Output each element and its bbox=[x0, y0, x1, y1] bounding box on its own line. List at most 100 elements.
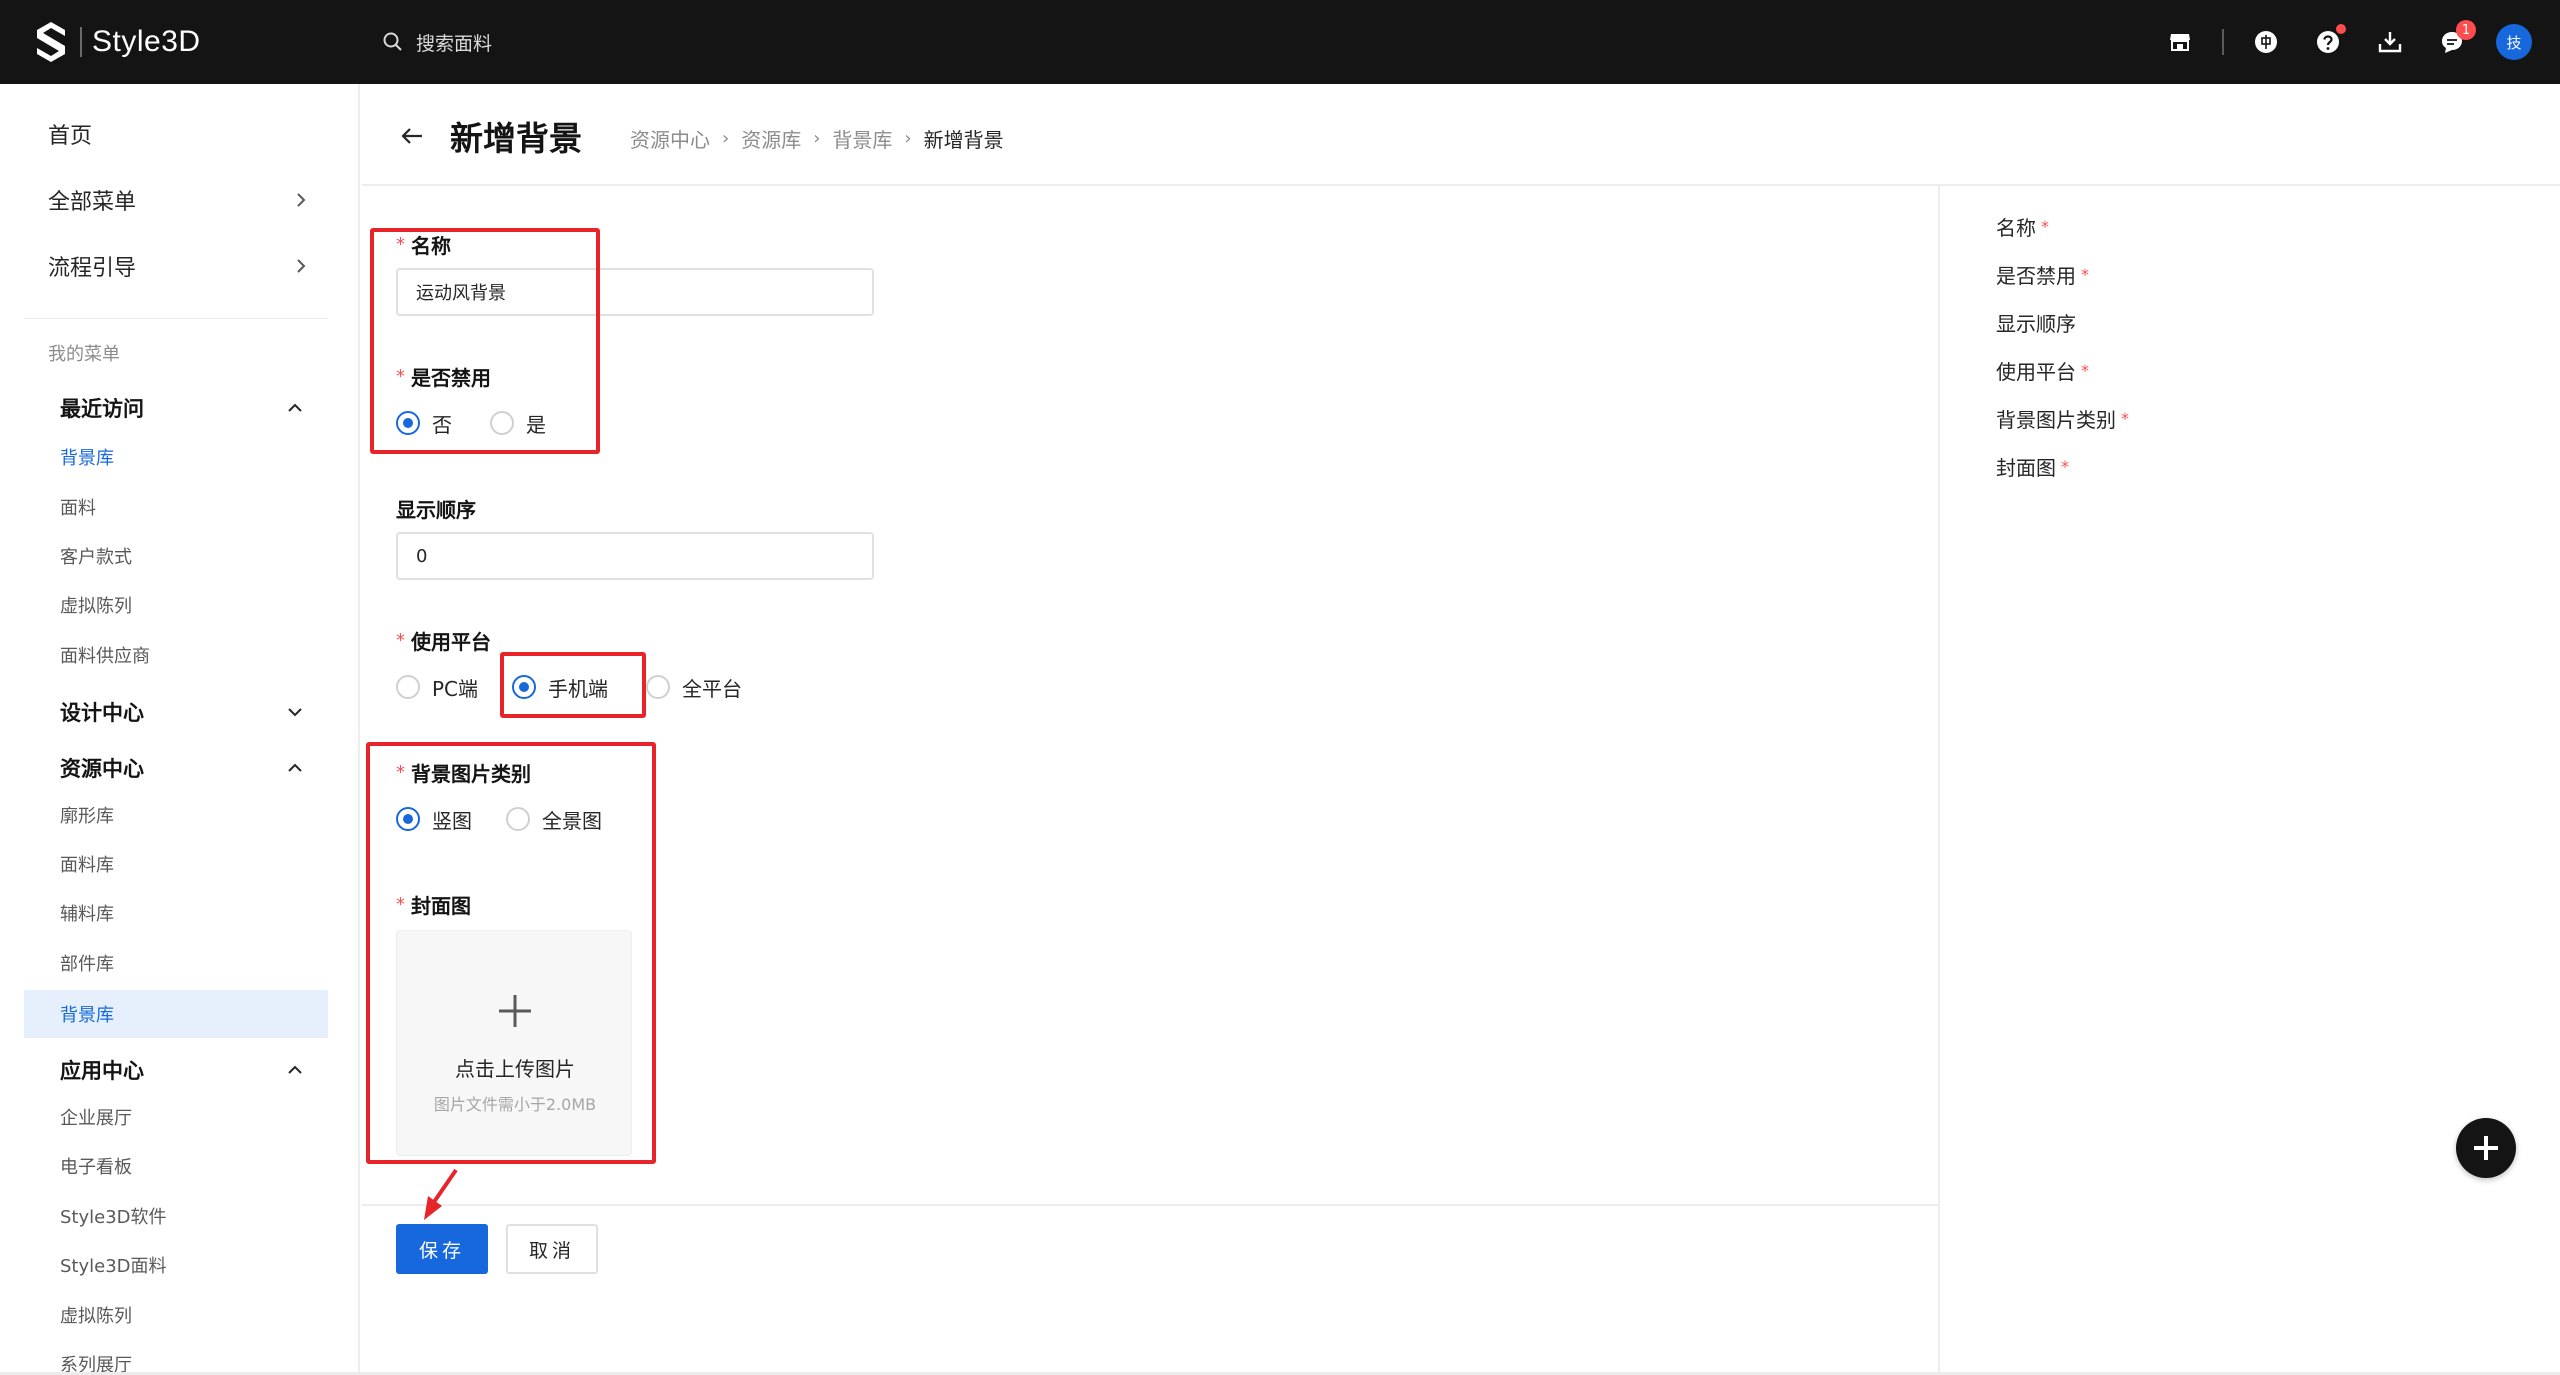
top-navigation-bar: Style3D 搜索面料 1 技 bbox=[0, 0, 2560, 84]
messages-button[interactable]: 1 bbox=[2432, 20, 2476, 62]
disabled-radio-no[interactable]: 否 bbox=[396, 409, 452, 438]
group-title: 最近访问 bbox=[60, 397, 144, 421]
breadcrumb-separator: › bbox=[904, 128, 912, 149]
sidebar-item-recent-virtual-display[interactable]: 虚拟陈列 bbox=[60, 590, 132, 620]
required-mark: * bbox=[2081, 361, 2089, 380]
cancel-button[interactable]: 取消 bbox=[506, 1224, 598, 1274]
bg-type-radio-panorama[interactable]: 全景图 bbox=[506, 805, 602, 834]
bg-type-radio-portrait[interactable]: 竖图 bbox=[396, 805, 472, 834]
group-design-center[interactable]: 设计中心 bbox=[60, 694, 304, 730]
search-input[interactable]: 搜索面料 bbox=[382, 26, 492, 58]
breadcrumb: 资源中心 › 资源库 › 背景库 › 新增背景 bbox=[630, 124, 1004, 153]
back-arrow-icon[interactable] bbox=[398, 122, 426, 150]
radio-checked-icon bbox=[396, 807, 420, 831]
radio-unchecked-icon bbox=[646, 675, 671, 699]
radio-checked-icon bbox=[396, 411, 420, 435]
page-header: 新增背景 资源中心 › 资源库 › 背景库 › 新增背景 bbox=[362, 84, 2560, 186]
sidebar-item-home[interactable]: 首页 bbox=[48, 114, 310, 154]
anchor-label: 使用平台 bbox=[1996, 360, 2076, 384]
sidebar-item-fabric-library[interactable]: 面料库 bbox=[60, 849, 114, 879]
radio-label: 全景图 bbox=[542, 808, 602, 833]
store-button[interactable] bbox=[2160, 22, 2200, 62]
logo-text: Style3D bbox=[92, 25, 201, 58]
required-mark: * bbox=[396, 894, 405, 915]
download-button[interactable] bbox=[2370, 22, 2410, 62]
group-recent-visits[interactable]: 最近访问 bbox=[60, 390, 304, 426]
cover-label: * 封面图 bbox=[396, 890, 471, 919]
group-resource-center[interactable]: 资源中心 bbox=[60, 750, 304, 786]
platform-radio-all[interactable]: 全平台 bbox=[646, 673, 742, 702]
anchor-disabled[interactable]: 是否禁用 * bbox=[1996, 260, 2089, 289]
required-mark: * bbox=[396, 762, 405, 783]
sidebar: 首页 全部菜单 流程引导 我的菜单 最近访问 背景库 面料 客户款式 虚拟陈列 … bbox=[0, 84, 360, 1375]
sidebar-item-trim-library[interactable]: 辅料库 bbox=[60, 898, 114, 928]
language-button[interactable] bbox=[2246, 22, 2286, 62]
name-label-text: 名称 bbox=[411, 234, 451, 258]
sidebar-item-enterprise-showroom[interactable]: 企业展厅 bbox=[60, 1102, 132, 1132]
bg-type-label: * 背景图片类别 bbox=[396, 758, 531, 787]
required-mark: * bbox=[2121, 409, 2129, 428]
group-title: 资源中心 bbox=[60, 757, 144, 781]
sidebar-item-background-library[interactable]: 背景库 bbox=[60, 999, 114, 1029]
anchor-name[interactable]: 名称 * bbox=[1996, 212, 2049, 241]
name-input-value: 运动风背景 bbox=[416, 283, 506, 304]
group-title: 应用中心 bbox=[60, 1059, 144, 1083]
order-label: 显示顺序 bbox=[396, 494, 476, 523]
sidebar-item-e-dashboard[interactable]: 电子看板 bbox=[60, 1151, 132, 1181]
sidebar-item-recent-fabric[interactable]: 面料 bbox=[60, 492, 96, 522]
chevron-right-icon bbox=[297, 193, 306, 207]
help-button[interactable] bbox=[2308, 22, 2348, 62]
breadcrumb-resource-library[interactable]: 资源库 bbox=[741, 124, 801, 153]
anchor-label: 封面图 bbox=[1996, 456, 2056, 480]
breadcrumb-current: 新增背景 bbox=[923, 128, 1004, 152]
breadcrumb-resource-center[interactable]: 资源中心 bbox=[630, 124, 710, 153]
cover-upload-area[interactable]: 点击上传图片 图片文件需小于2.0MB bbox=[396, 930, 632, 1156]
sidebar-item-label: 首页 bbox=[48, 124, 93, 149]
sidebar-item-all-menu[interactable]: 全部菜单 bbox=[48, 180, 310, 220]
radio-unchecked-icon bbox=[490, 411, 514, 435]
sidebar-item-process-guide[interactable]: 流程引导 bbox=[48, 246, 310, 286]
bg-type-radio-group: 竖图 全景图 bbox=[396, 802, 630, 836]
background-form: * 名称 运动风背景 * 是否禁用 否 是 显示顺序 0 * 使用平台 PC端 bbox=[362, 186, 1938, 1375]
radio-unchecked-icon bbox=[396, 675, 420, 699]
anchor-label: 背景图片类别 bbox=[1996, 408, 2116, 432]
platform-radio-pc[interactable]: PC端 bbox=[396, 673, 478, 702]
disabled-radio-yes[interactable]: 是 bbox=[490, 409, 546, 438]
sidebar-item-recent-customer-style[interactable]: 客户款式 bbox=[60, 541, 132, 571]
sidebar-item-label: 全部菜单 bbox=[48, 190, 137, 215]
plus-icon bbox=[499, 995, 531, 1027]
group-app-center[interactable]: 应用中心 bbox=[60, 1052, 304, 1088]
required-mark: * bbox=[2061, 457, 2069, 476]
floating-add-button[interactable] bbox=[2456, 1118, 2516, 1178]
sidebar-item-virtual-display[interactable]: 虚拟陈列 bbox=[60, 1300, 132, 1330]
sidebar-item-recent-background-library[interactable]: 背景库 bbox=[60, 442, 114, 472]
platform-radio-mobile[interactable]: 手机端 bbox=[512, 673, 608, 702]
platform-label: * 使用平台 bbox=[396, 626, 491, 655]
chevron-up-icon bbox=[288, 403, 302, 412]
sidebar-item-style3d-software[interactable]: Style3D软件 bbox=[60, 1201, 167, 1231]
sidebar-item-component-library[interactable]: 部件库 bbox=[60, 948, 114, 978]
anchor-bg-type[interactable]: 背景图片类别 * bbox=[1996, 404, 2129, 433]
toolbar-separator bbox=[2222, 29, 2224, 55]
help-notification-dot bbox=[2336, 24, 2346, 34]
platform-radio-group: PC端 手机端 全平台 bbox=[396, 670, 770, 704]
order-input[interactable]: 0 bbox=[396, 532, 874, 580]
breadcrumb-background-library[interactable]: 背景库 bbox=[832, 124, 892, 153]
anchor-platform[interactable]: 使用平台 * bbox=[1996, 356, 2089, 385]
save-button[interactable]: 保存 bbox=[396, 1224, 488, 1274]
user-avatar[interactable]: 技 bbox=[2496, 24, 2532, 60]
sidebar-item-style3d-fabric[interactable]: Style3D面料 bbox=[60, 1250, 167, 1280]
name-input[interactable]: 运动风背景 bbox=[396, 268, 874, 316]
anchor-order[interactable]: 显示顺序 bbox=[1996, 308, 2076, 337]
chevron-right-icon bbox=[297, 259, 306, 273]
style3d-logo[interactable]: Style3D bbox=[34, 20, 201, 64]
required-mark: * bbox=[2041, 217, 2049, 236]
platform-label-text: 使用平台 bbox=[411, 630, 491, 654]
anchor-cover[interactable]: 封面图 * bbox=[1996, 452, 2069, 481]
sidebar-item-recent-fabric-supplier[interactable]: 面料供应商 bbox=[60, 640, 150, 670]
upload-text: 点击上传图片 bbox=[455, 1057, 575, 1081]
sidebar-item-silhouette-library[interactable]: 廓形库 bbox=[60, 800, 114, 830]
disabled-label: * 是否禁用 bbox=[396, 362, 491, 391]
form-anchor-panel: 名称 * 是否禁用 * 显示顺序 使用平台 * 背景图片类别 * 封面图 * bbox=[1938, 186, 2560, 1375]
required-mark: * bbox=[396, 630, 405, 651]
